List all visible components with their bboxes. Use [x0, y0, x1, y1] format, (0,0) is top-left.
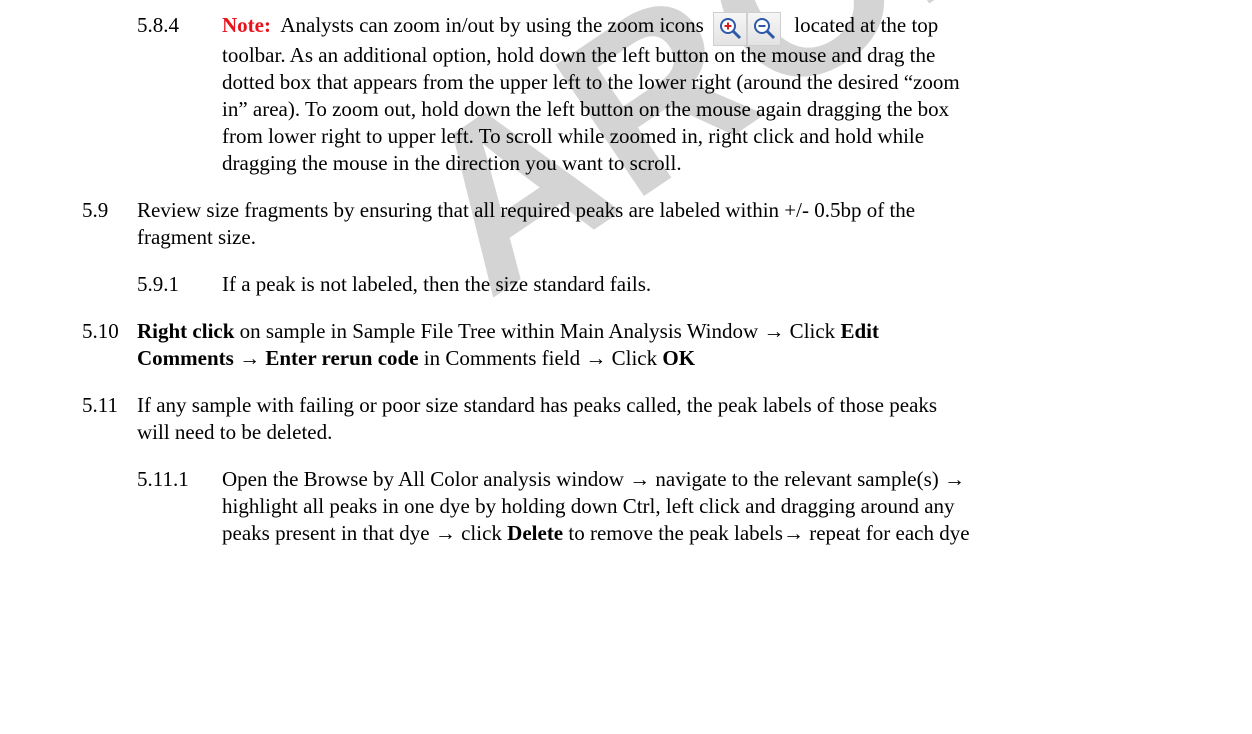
section-number-5-11: 5.11: [82, 393, 118, 417]
section-5-11-1-text-b: to remove the peak labels→ repeat for ea…: [563, 521, 970, 545]
comments-label: Comments: [137, 346, 234, 370]
section-5-9-line-1: Review size fragments by ensuring that a…: [137, 198, 916, 222]
section-5-9-line-2: fragment size.: [137, 225, 256, 249]
section-number-5-9: 5.9: [82, 198, 109, 222]
section-5-10-line-2: Comments → Enter rerun code in Comments …: [137, 345, 695, 371]
section-5-8-4-line-3: dotted box that appears from the upper l…: [222, 70, 960, 94]
section-5-10-text-2: in Comments field → Click: [418, 346, 663, 370]
section-5-11-1-line-1: Open the Browse by All Color analysis wi…: [222, 467, 966, 491]
section-5-8-4-line-2: toolbar. As an additional option, hold d…: [222, 43, 936, 67]
section-5-8-4-line-4: in” area). To zoom out, hold down the le…: [222, 97, 950, 121]
note-label: Note:: [222, 13, 271, 37]
section-5-11-line-1: If any sample with failing or poor size …: [137, 393, 938, 417]
delete-label: Delete: [507, 521, 564, 545]
note-text-end: located at the top: [794, 13, 939, 37]
section-number-5-11-1: 5.11.1: [137, 467, 189, 491]
section-number-5-9-1: 5.9.1: [137, 272, 179, 296]
section-5-11-1-text-a: peaks present in that dye → click: [222, 521, 508, 545]
arrow-text: →: [233, 346, 266, 370]
section-5-10-text-1: on sample in Sample File Tree within Mai…: [234, 319, 841, 343]
right-click-label: Right click: [137, 319, 235, 343]
section-5-8-4-line-5: from lower right to upper left. To scrol…: [222, 124, 925, 148]
section-5-11-line-2: will need to be deleted.: [137, 420, 333, 444]
section-5-11-1-line-2: highlight all peaks in one dye by holdin…: [222, 494, 955, 518]
document-page: 5.8.4 Note: Analysts can zoom in/out by …: [0, 0, 1252, 734]
section-5-9-1-text: If a peak is not labeled, then the size …: [222, 272, 652, 296]
section-number-5-10: 5.10: [82, 319, 119, 343]
section-number-5-8-4: 5.8.4: [137, 13, 179, 37]
enter-rerun-code-label: Enter rerun code: [265, 346, 419, 370]
note-text-start: Analysts can zoom in/out by using the zo…: [280, 13, 704, 37]
section-5-10-line-1: Right click on sample in Sample File Tre…: [137, 318, 879, 344]
ok-label: OK: [662, 346, 696, 370]
section-5-11-1-line-3: peaks present in that dye → click Delete…: [222, 520, 970, 546]
edit-label: Edit: [840, 319, 879, 343]
section-5-8-4-line-6: dragging the mouse in the direction you …: [222, 151, 682, 175]
